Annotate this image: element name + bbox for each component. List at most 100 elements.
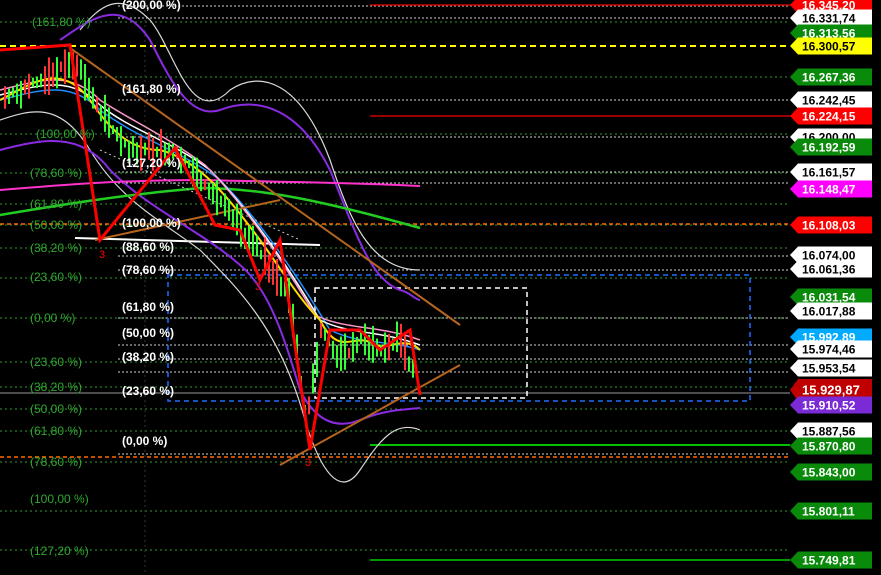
wave-label-2: 3 (255, 281, 261, 293)
candle (92, 87, 94, 109)
fib-label-right: (38,20 %) (122, 350, 174, 364)
candle (352, 332, 354, 362)
price-tag: 15.974,46 (790, 340, 872, 358)
price-tag-label: 16.300,57 (802, 40, 856, 54)
price-tag-label: 16.148,47 (802, 183, 856, 197)
candle (332, 340, 334, 360)
candle (52, 62, 54, 88)
fib-label-right: (161,80 %) (122, 82, 181, 96)
price-chart[interactable]: 3 3 3 (161,80 %) (100,00 %) (78,60 %) (61,8… (0, 0, 881, 575)
candle (36, 76, 38, 89)
price-tag: 16.017,88 (790, 302, 872, 320)
candle (312, 363, 314, 394)
price-tag-label: 16.161,57 (802, 166, 856, 180)
candle (196, 157, 198, 188)
candle (240, 209, 242, 247)
price-tag-label: 15.843,00 (802, 466, 856, 480)
candle (408, 356, 410, 372)
candle (68, 51, 70, 79)
candle (116, 127, 118, 142)
price-tag-label: 16.017,88 (802, 305, 856, 319)
fib-label-right: (61,80 %) (122, 300, 174, 314)
fib-label-left: (100,00 %) (36, 127, 95, 141)
candle (60, 61, 62, 72)
candle (4, 86, 6, 109)
candle (340, 336, 342, 372)
price-tag: 15.887,56 (790, 422, 872, 440)
fib-label-left: (38,20 %) (30, 380, 82, 394)
candle (400, 323, 402, 358)
candle (108, 107, 110, 138)
price-tag-label: 16.331,74 (802, 12, 856, 26)
price-tag-label: 15.749,81 (802, 554, 856, 568)
fib-label-right: (23,60 %) (122, 384, 174, 398)
fib-label-left: (161,80 %) (32, 15, 91, 29)
price-tag-label: 16.192,59 (802, 141, 856, 155)
fib-label-right: (88,60 %) (122, 240, 174, 254)
price-tag: 15.910,52 (790, 396, 872, 414)
price-tag: 16.061,36 (790, 260, 872, 278)
price-tag-label: 16.224,15 (802, 110, 856, 124)
fib-label-left: (38,20 %) (30, 241, 82, 255)
fib-label-left: (100,00 %) (30, 492, 89, 506)
candle (56, 57, 58, 89)
price-tag-label: 15.910,52 (802, 399, 856, 413)
fib-label-left: (61,80 %) (30, 197, 82, 211)
fib-label-left: (61,80 %) (30, 424, 82, 438)
price-tag-label: 16.074,00 (802, 249, 856, 263)
candle (20, 80, 22, 109)
price-tag: 15.749,81 (790, 551, 872, 569)
candle (316, 342, 318, 378)
candle (132, 135, 134, 158)
wave-label-1: 3 (99, 249, 105, 261)
candle (320, 323, 322, 338)
fib-label-left: (23,60 %) (30, 270, 82, 284)
fib-label-left: (127,20 %) (30, 544, 89, 558)
price-tag-label: 16.242,45 (802, 94, 856, 108)
candle (272, 261, 274, 285)
candle (84, 64, 86, 101)
price-tag-label: 16.031,54 (802, 291, 856, 305)
price-tag-label: 16.061,36 (802, 263, 856, 277)
price-tag: 16.148,47 (790, 180, 872, 198)
candle (120, 126, 122, 157)
price-tag-label: 15.953,54 (802, 362, 856, 376)
candle (24, 79, 26, 95)
fib-label-right: (50,00 %) (122, 326, 174, 340)
candle (344, 333, 346, 370)
candle (404, 335, 406, 371)
candle (212, 183, 214, 205)
candle (48, 57, 50, 96)
fib-label-left: (78,60 %) (30, 166, 82, 180)
candle (200, 172, 202, 192)
fib-label-right: (127,20 %) (122, 156, 181, 170)
fib-label-right: (100,00 %) (122, 216, 181, 230)
candle (348, 347, 350, 359)
candle (356, 336, 358, 354)
fib-label-left: (78,60 %) (30, 455, 82, 469)
candle (308, 396, 310, 415)
price-tag: 15.801,11 (790, 502, 872, 520)
candle (204, 179, 206, 191)
price-tag: 16.242,45 (790, 91, 872, 109)
candle (188, 159, 190, 169)
price-tag-label: 16.108,03 (802, 219, 856, 233)
candle (256, 235, 258, 257)
price-tag: 16.331,74 (790, 9, 872, 27)
candle (88, 77, 90, 101)
candle (12, 87, 14, 98)
candle (280, 276, 282, 297)
price-tag-label: 16.267,36 (802, 71, 856, 85)
price-tag: 16.267,36 (790, 68, 872, 86)
candle (44, 66, 46, 95)
candle (208, 182, 210, 200)
price-tag-label: 15.929,87 (802, 383, 860, 398)
candle (324, 329, 326, 341)
candle (8, 88, 10, 105)
price-tag-label: 15.801,11 (802, 505, 855, 519)
candle (100, 105, 102, 122)
price-tag: 15.843,00 (790, 463, 872, 481)
candle (32, 77, 34, 88)
candle (252, 225, 254, 257)
candle (124, 139, 126, 148)
